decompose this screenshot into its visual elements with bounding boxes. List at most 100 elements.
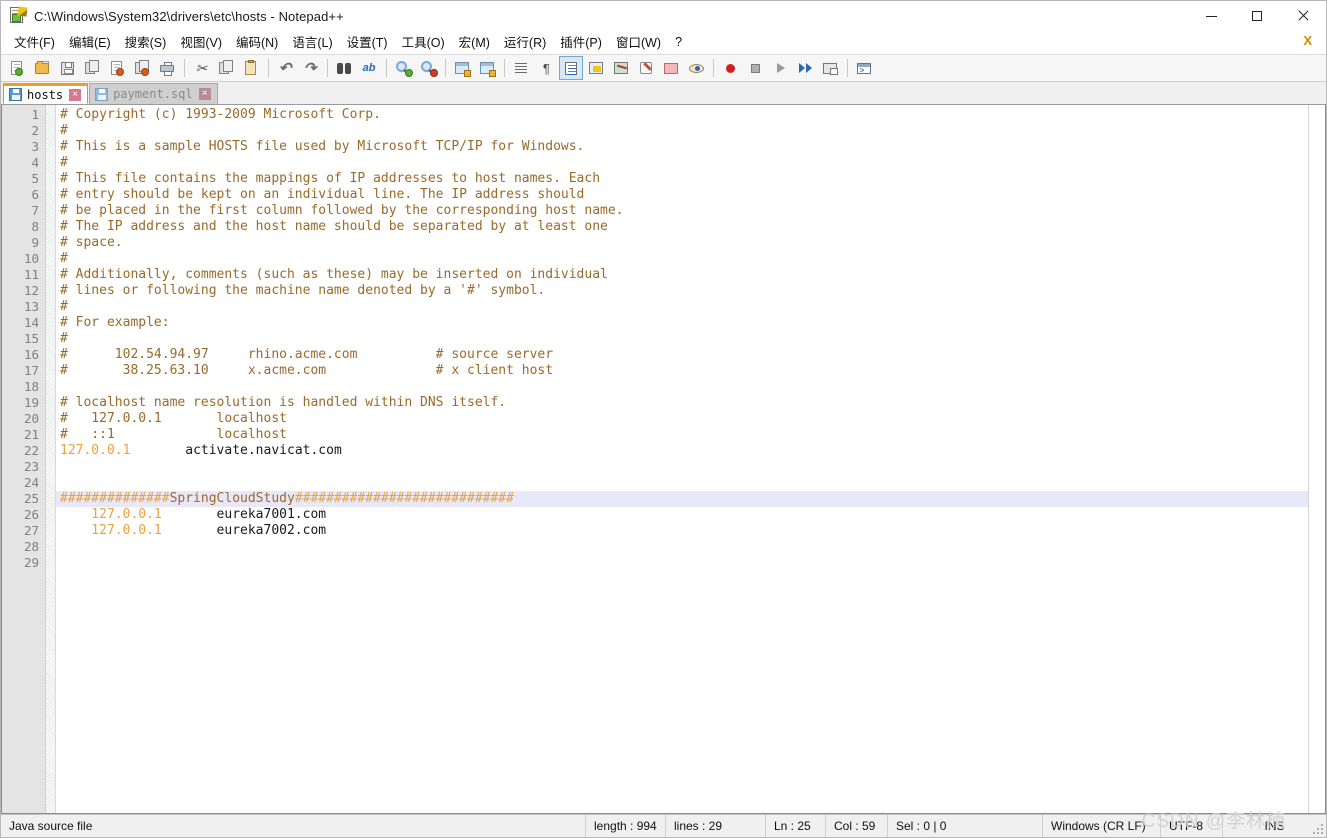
tab-payment-sql[interactable]: payment.sql × — [89, 83, 218, 104]
code-line[interactable]: # — [56, 123, 1308, 139]
playback-macro-button[interactable] — [768, 56, 792, 80]
show-indent-guide-button[interactable] — [559, 56, 583, 80]
menu-settings[interactable]: 设置(T) — [340, 30, 395, 54]
code-line[interactable]: # — [56, 299, 1308, 315]
user-defined-language-button[interactable] — [584, 56, 608, 80]
menu-help[interactable]: ? — [668, 33, 689, 52]
line-number: 10 — [23, 251, 39, 266]
menu-encoding[interactable]: 编码(N) — [229, 30, 285, 54]
run-button[interactable] — [852, 56, 876, 80]
save-button[interactable] — [55, 56, 79, 80]
open-file-button[interactable] — [30, 56, 54, 80]
code-line[interactable] — [56, 459, 1308, 475]
status-insert-mode[interactable]: INS — [1223, 815, 1326, 837]
menu-plugins[interactable]: 插件(P) — [553, 30, 609, 54]
tab-hosts[interactable]: hosts × — [3, 83, 89, 104]
code-line[interactable]: # 38.25.63.10 x.acme.com # x client host — [56, 363, 1308, 379]
code-token: SpringCloudStudy — [169, 491, 295, 506]
close-document-button[interactable]: X — [1303, 33, 1312, 48]
code-line[interactable]: # entry should be kept on an individual … — [56, 187, 1308, 203]
code-line[interactable]: # This is a sample HOSTS file used by Mi… — [56, 139, 1308, 155]
run-macro-multiple-icon — [797, 60, 814, 77]
close-file-button[interactable] — [105, 56, 129, 80]
menu-file[interactable]: 文件(F) — [7, 30, 62, 54]
save-macro-button[interactable] — [818, 56, 842, 80]
document-preview-button[interactable] — [684, 56, 708, 80]
run-macro-multiple-button[interactable] — [793, 56, 817, 80]
fold-margin[interactable] — [45, 105, 56, 813]
line-number: 12 — [23, 283, 39, 298]
replace-button[interactable]: ab — [357, 56, 381, 80]
paste-button[interactable] — [239, 56, 263, 80]
code-line[interactable]: ##############SpringCloudStudy##########… — [56, 491, 1308, 507]
close-button[interactable] — [1280, 1, 1326, 31]
find-button[interactable] — [332, 56, 356, 80]
menu-search[interactable]: 搜索(S) — [118, 30, 174, 54]
code-line[interactable]: # Copyright (c) 1993-2009 Microsoft Corp… — [56, 107, 1308, 123]
code-line[interactable]: # — [56, 331, 1308, 347]
code-line[interactable]: # 127.0.0.1 localhost — [56, 411, 1308, 427]
code-line[interactable] — [56, 379, 1308, 395]
vertical-scrollbar[interactable] — [1308, 105, 1325, 813]
code-line[interactable]: # ::1 localhost — [56, 427, 1308, 443]
redo-button[interactable]: ↷ — [298, 56, 322, 80]
sync-vertical-scroll-button[interactable] — [450, 56, 474, 80]
code-line[interactable]: # be placed in the first column followed… — [56, 203, 1308, 219]
window-title: C:\Windows\System32\drivers\etc\hosts - … — [34, 8, 344, 24]
copy-button[interactable] — [214, 56, 238, 80]
line-number: 8 — [31, 219, 39, 234]
code-line[interactable]: # 102.54.94.97 rhino.acme.com # source s… — [56, 347, 1308, 363]
line-number-gutter: 1 2 3 4 5 6 7 8 9 10 11 12 13 14 15 16 17 18 19 20 21 22 23 24 2… — [2, 105, 45, 813]
print-button[interactable] — [155, 56, 179, 80]
tab-close-icon[interactable]: × — [198, 88, 211, 100]
code-line[interactable] — [56, 475, 1308, 491]
document-map-button[interactable] — [609, 56, 633, 80]
save-all-button[interactable] — [80, 56, 104, 80]
zoom-in-button[interactable] — [391, 56, 415, 80]
sync-horizontal-scroll-button[interactable] — [475, 56, 499, 80]
menu-edit[interactable]: 编辑(E) — [62, 30, 118, 54]
code-line[interactable]: # This file contains the mappings of IP … — [56, 171, 1308, 187]
menu-run[interactable]: 运行(R) — [497, 30, 553, 54]
code-line[interactable]: 127.0.0.1 eureka7001.com — [56, 507, 1308, 523]
code-line[interactable] — [56, 539, 1308, 555]
code-line[interactable]: 127.0.0.1 eureka7002.com — [56, 523, 1308, 539]
tab-close-icon[interactable]: × — [69, 88, 82, 101]
new-file-button[interactable] — [5, 56, 29, 80]
code-line[interactable]: # For example: — [56, 315, 1308, 331]
stop-recording-button[interactable] — [743, 56, 767, 80]
menu-language[interactable]: 语言(L) — [285, 30, 339, 54]
close-all-files-button[interactable] — [130, 56, 154, 80]
status-eol-format[interactable]: Windows (CR LF) — [1043, 815, 1161, 837]
menu-window[interactable]: 窗口(W) — [609, 30, 668, 54]
word-wrap-button[interactable] — [509, 56, 533, 80]
menu-tools[interactable]: 工具(O) — [395, 30, 452, 54]
status-encoding[interactable]: UTF-8 — [1161, 815, 1223, 837]
code-line[interactable]: 127.0.0.1 activate.navicat.com — [56, 443, 1308, 459]
code-line[interactable]: # — [56, 251, 1308, 267]
cut-button[interactable]: ✂ — [189, 56, 213, 80]
code-line[interactable]: # localhost name resolution is handled w… — [56, 395, 1308, 411]
show-all-characters-button[interactable]: ¶ — [534, 56, 558, 80]
folder-as-workspace-button[interactable] — [659, 56, 683, 80]
menu-macro[interactable]: 宏(M) — [452, 30, 497, 54]
editor-area[interactable]: 1 2 3 4 5 6 7 8 9 10 11 12 13 14 15 16 17 18 19 20 21 22 23 24 2… — [1, 105, 1326, 814]
record-macro-button[interactable] — [718, 56, 742, 80]
resize-grip[interactable] — [1312, 823, 1324, 835]
code-line[interactable] — [56, 555, 1308, 571]
code-text-area[interactable]: # Copyright (c) 1993-2009 Microsoft Corp… — [56, 105, 1308, 813]
function-list-button[interactable] — [634, 56, 658, 80]
code-line[interactable]: # The IP address and the host name shoul… — [56, 219, 1308, 235]
undo-button[interactable]: ↶ — [273, 56, 297, 80]
code-line[interactable]: # lines or following the machine name de… — [56, 283, 1308, 299]
minimize-button[interactable] — [1188, 1, 1234, 31]
zoom-out-button[interactable] — [416, 56, 440, 80]
menu-view[interactable]: 视图(V) — [173, 30, 229, 54]
line-number: 22 — [23, 443, 39, 458]
maximize-button[interactable] — [1234, 1, 1280, 31]
code-token: # entry should be kept on an individual … — [60, 187, 585, 202]
new-file-icon — [9, 60, 26, 77]
code-line[interactable]: # — [56, 155, 1308, 171]
code-line[interactable]: # Additionally, comments (such as these)… — [56, 267, 1308, 283]
code-line[interactable]: # space. — [56, 235, 1308, 251]
